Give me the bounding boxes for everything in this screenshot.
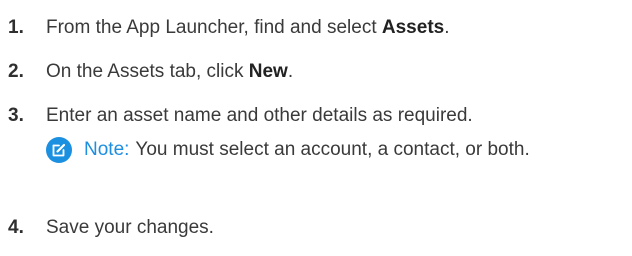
step-text-after: . xyxy=(287,61,294,82)
note-label: Note: xyxy=(84,139,130,160)
step-text: Enter an asset name and other details as… xyxy=(46,105,473,126)
step-1: 1. From the App Launcher, find and selec… xyxy=(8,14,450,42)
step-text: On the Assets tab, click New. xyxy=(46,61,293,83)
step-number: 2. xyxy=(8,61,24,82)
step-text: From the App Launcher, find and select A… xyxy=(46,17,450,39)
step-3: 3. Enter an asset name and other details… xyxy=(8,102,473,130)
note-callout: Note: You must select an account, a cont… xyxy=(46,130,530,170)
step-text-after: . xyxy=(444,17,450,38)
step-number: 4. xyxy=(8,217,24,238)
step-bold-term: Assets xyxy=(381,17,445,38)
step-4: 4. Save your changes. xyxy=(8,214,214,242)
step-number: 1. xyxy=(8,17,24,38)
edit-note-icon xyxy=(46,137,72,163)
step-text-before: From the App Launcher, find and select xyxy=(46,17,382,38)
step-text: Save your changes. xyxy=(46,217,214,238)
step-number: 3. xyxy=(8,105,24,126)
step-bold-term: New xyxy=(248,61,288,82)
step-text-before: On the Assets tab, click xyxy=(46,61,249,82)
note-text: You must select an account, a contact, o… xyxy=(135,139,530,160)
step-2: 2. On the Assets tab, click New. xyxy=(8,58,293,86)
